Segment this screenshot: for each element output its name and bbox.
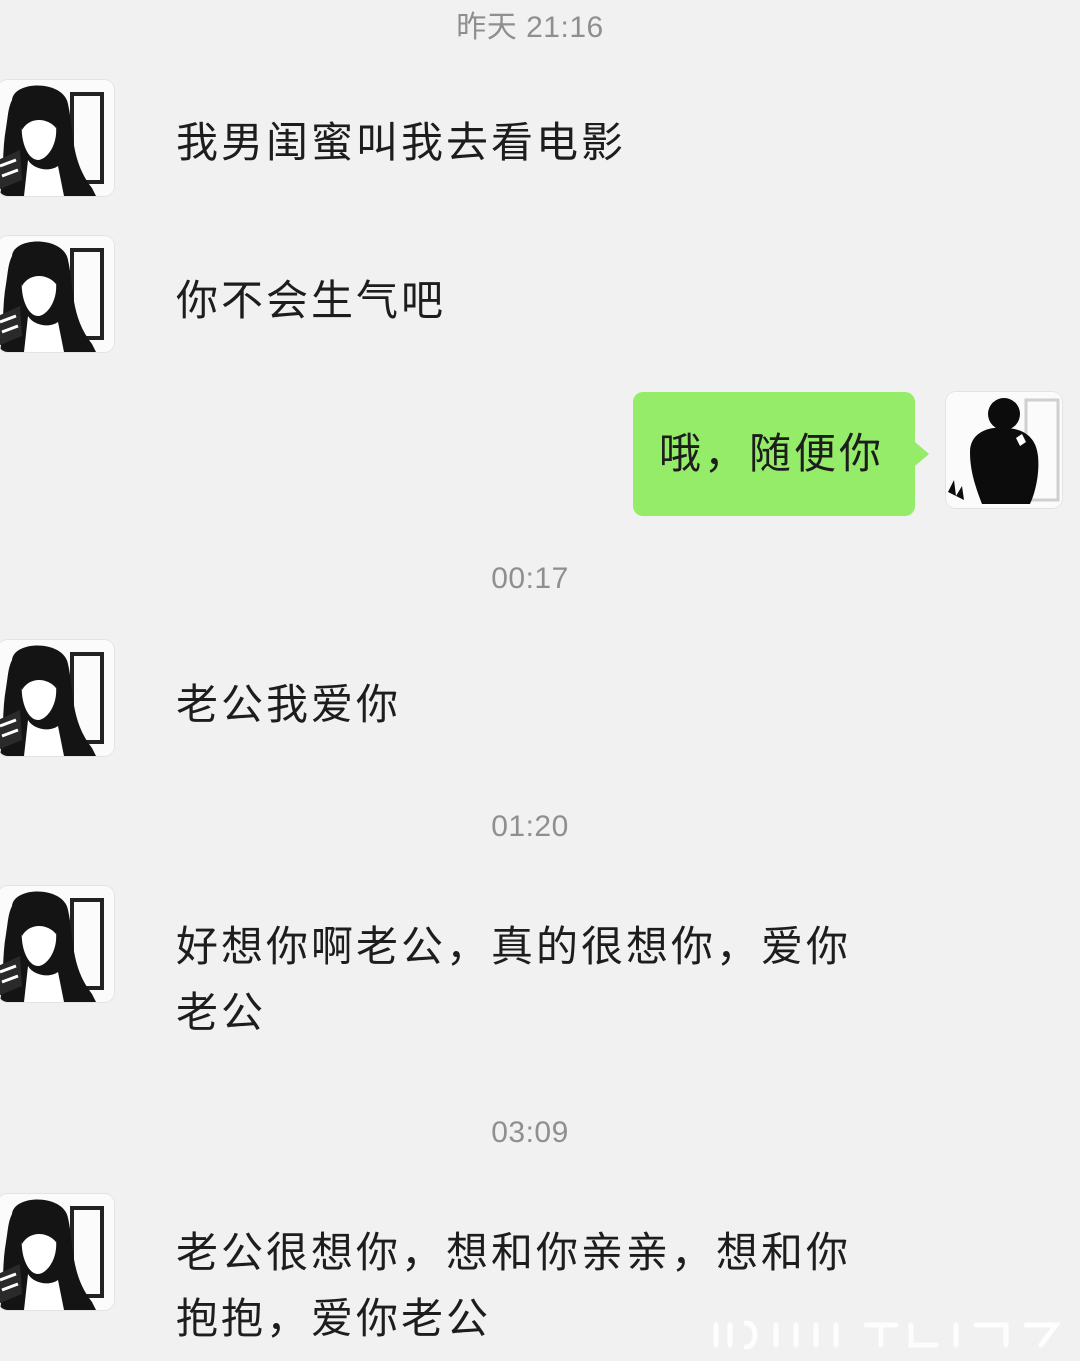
message-line: 好想你啊老公，真的很想你，爱你 [176,922,852,971]
self-avatar[interactable] [946,392,1062,508]
contact-avatar[interactable] [0,236,114,352]
message-text: 老公我爱你 [176,680,402,729]
message-text: 我男闺蜜叫我去看电影 [176,118,627,167]
timestamp: 00:17 [491,562,569,595]
timestamp: 昨天 21:16 [456,11,604,44]
message-line: 老公很想你，想和你亲亲，想和你 [176,1228,852,1277]
message-text: 哦，随便你 [659,429,885,478]
contact-avatar[interactable] [0,1194,114,1310]
self-message-bubble[interactable]: 哦，随便你 [633,392,929,516]
timestamp: 03:09 [491,1116,569,1149]
message-text: 好想你啊老公，真的很想你，爱你 老公 [176,914,851,1046]
contact-avatar[interactable] [0,640,114,756]
watermark-icon [713,1320,1061,1350]
timestamp: 01:20 [491,810,569,843]
contact-avatar[interactable] [0,886,114,1002]
message-text: 你不会生气吧 [176,276,447,325]
contact-avatar[interactable] [0,80,114,196]
message-line: 老公 [176,988,267,1037]
